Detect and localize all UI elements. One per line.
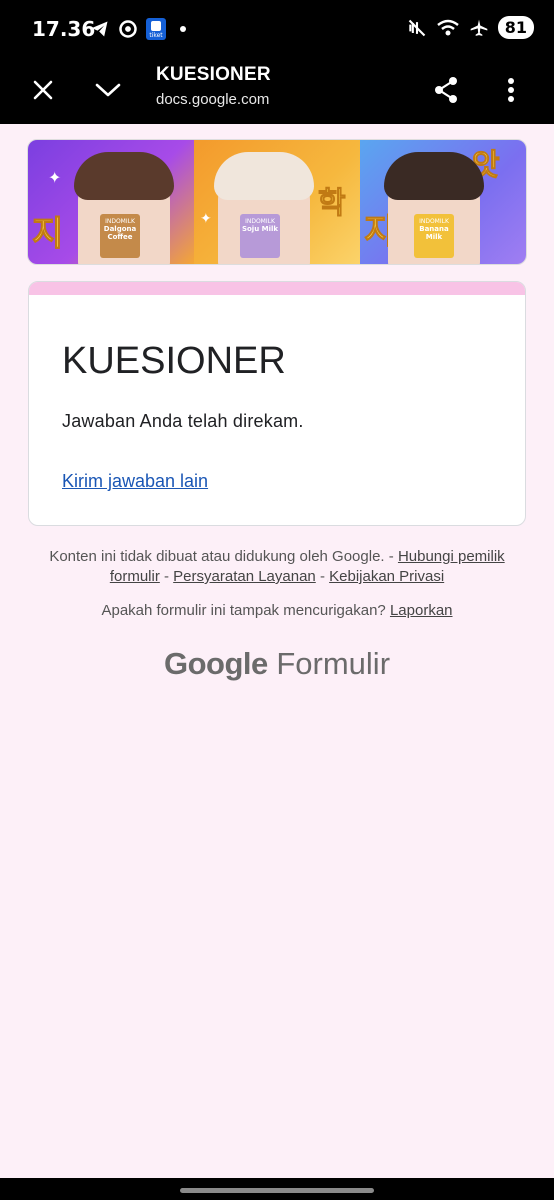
sparkle-icon: ✦	[48, 170, 62, 187]
vibrate-mute-icon	[408, 19, 425, 36]
google-forms-logo[interactable]: Google Formulir	[0, 646, 554, 682]
system-icons: 81	[407, 16, 534, 39]
page-title: KUESIONER	[156, 64, 271, 85]
page-url: docs.google.com	[156, 91, 270, 108]
report-link[interactable]: Laporkan	[390, 602, 453, 619]
banner-panel-1: 지 INDOMILK Dalgona Coffee ✦	[28, 140, 194, 264]
sparkle-icon: ✦	[200, 210, 212, 226]
report-question: Apakah formulir ini tampak mencurigakan?	[101, 602, 386, 619]
banner-panel-2: 학 INDOMILK Soju Milk ✦	[194, 140, 360, 264]
chevron-down-icon	[95, 83, 121, 97]
privacy-policy-link[interactable]: Kebijakan Privasi	[329, 568, 444, 585]
banner-korean-text: 지	[31, 214, 64, 255]
minimize-tab-button[interactable]	[86, 68, 130, 112]
form-header-image: 지 INDOMILK Dalgona Coffee ✦ 학 INDOMILK S…	[27, 139, 527, 265]
report-abuse: Apakah formulir ini tampak mencurigakan?…	[40, 602, 514, 619]
submit-another-response-link[interactable]: Kirim jawaban lain	[62, 471, 208, 492]
chrome-icon	[119, 20, 137, 38]
more-options-button[interactable]	[489, 68, 533, 112]
airplane-mode-icon	[470, 19, 488, 36]
home-gesture-handle[interactable]	[180, 1188, 374, 1193]
wifi-icon	[436, 19, 459, 35]
google-wordmark: Google	[163, 646, 268, 681]
card-accent-stripe	[29, 282, 525, 295]
google-disclaimer: Konten ini tidak dibuat atau didukung ol…	[49, 548, 505, 585]
more-notifications-dot	[180, 26, 186, 32]
milk-box: INDOMILK Dalgona Coffee	[100, 214, 140, 258]
banner-panel-3: 지 앗 INDOMILK Banana Milk	[360, 140, 526, 264]
confirmation-card: KUESIONER Jawaban Anda telah direkam. Ki…	[28, 281, 526, 526]
battery-indicator: 81	[497, 16, 534, 39]
milk-box: INDOMILK Banana Milk	[414, 214, 454, 258]
tiket-app-icon: tiket	[146, 18, 166, 40]
forms-wordmark: Formulir	[276, 646, 391, 681]
banner-korean-text: 학	[318, 186, 347, 222]
share-icon	[435, 77, 457, 103]
milk-box: INDOMILK Soju Milk	[240, 214, 280, 258]
more-vert-icon	[508, 78, 514, 102]
form-title: KUESIONER	[62, 340, 286, 382]
status-time: 17.36	[32, 17, 96, 41]
share-button[interactable]	[424, 68, 468, 112]
notification-icons: tiket	[90, 18, 186, 40]
close-icon	[33, 80, 53, 100]
terms-of-service-link[interactable]: Persyaratan Layanan	[173, 568, 316, 585]
close-tab-button[interactable]	[21, 68, 65, 112]
telegram-icon	[91, 21, 108, 37]
system-navigation-bar	[0, 1178, 554, 1200]
confirmation-message: Jawaban Anda telah direkam.	[62, 411, 304, 431]
status-bar: 17.36 tiket 81	[0, 0, 554, 56]
browser-toolbar: KUESIONER docs.google.com	[0, 56, 554, 124]
disclaimer-text: Konten ini tidak dibuat atau didukung ol…	[49, 548, 385, 565]
